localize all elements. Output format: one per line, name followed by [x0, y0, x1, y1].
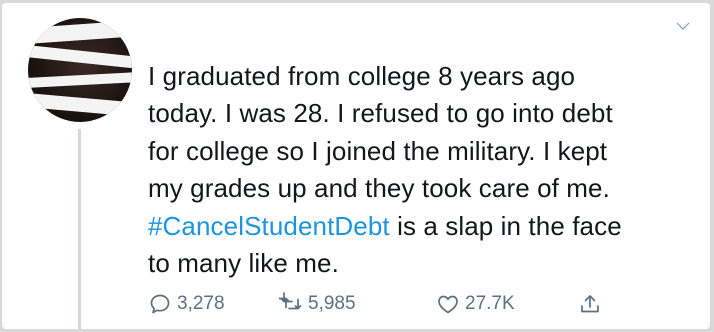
heart-icon	[438, 295, 458, 314]
retweet-button[interactable]: 5,985	[279, 289, 356, 319]
reply-button[interactable]: 3,278	[148, 289, 225, 319]
tweet-text-line: I graduated from college 8 years ago	[148, 61, 576, 91]
avatar[interactable]	[28, 18, 132, 122]
tweet-text-line: today. I was 28. I refused to go into de…	[148, 98, 613, 129]
tweet-text: I graduated from college 8 years ago tod…	[148, 58, 708, 282]
tweet-text-line: to many like me.	[148, 248, 339, 279]
redaction-band	[28, 44, 132, 70]
tweet-actions: 3,278 5,985 27.7K	[148, 289, 618, 319]
redaction-band	[28, 71, 132, 89]
tweet-text-fragment: is a slap in the face	[389, 210, 622, 241]
tweet-card: I graduated from college 8 years ago tod…	[2, 3, 710, 329]
like-count: 27.7K	[465, 293, 515, 314]
reply-icon	[150, 294, 170, 314]
tweet-text-line: for college so I joined the military. I …	[148, 135, 608, 166]
share-icon	[581, 295, 599, 313]
share-button[interactable]	[578, 289, 602, 319]
hashtag-link[interactable]: #CancelStudentDebt	[148, 211, 390, 241]
chevron-down-icon[interactable]	[674, 17, 692, 35]
redaction-band	[28, 19, 132, 45]
thread-line	[78, 129, 81, 329]
reply-count: 3,278	[177, 293, 225, 314]
redaction-band	[28, 92, 132, 118]
retweet-count: 5,985	[308, 293, 356, 314]
tweet-text-line: #CancelStudentDebt is a slap in the face	[148, 208, 708, 245]
tweet-text-line: my grades up and they took care of me.	[148, 173, 610, 204]
retweet-icon	[279, 292, 302, 310]
like-button[interactable]: 27.7K	[436, 289, 515, 319]
